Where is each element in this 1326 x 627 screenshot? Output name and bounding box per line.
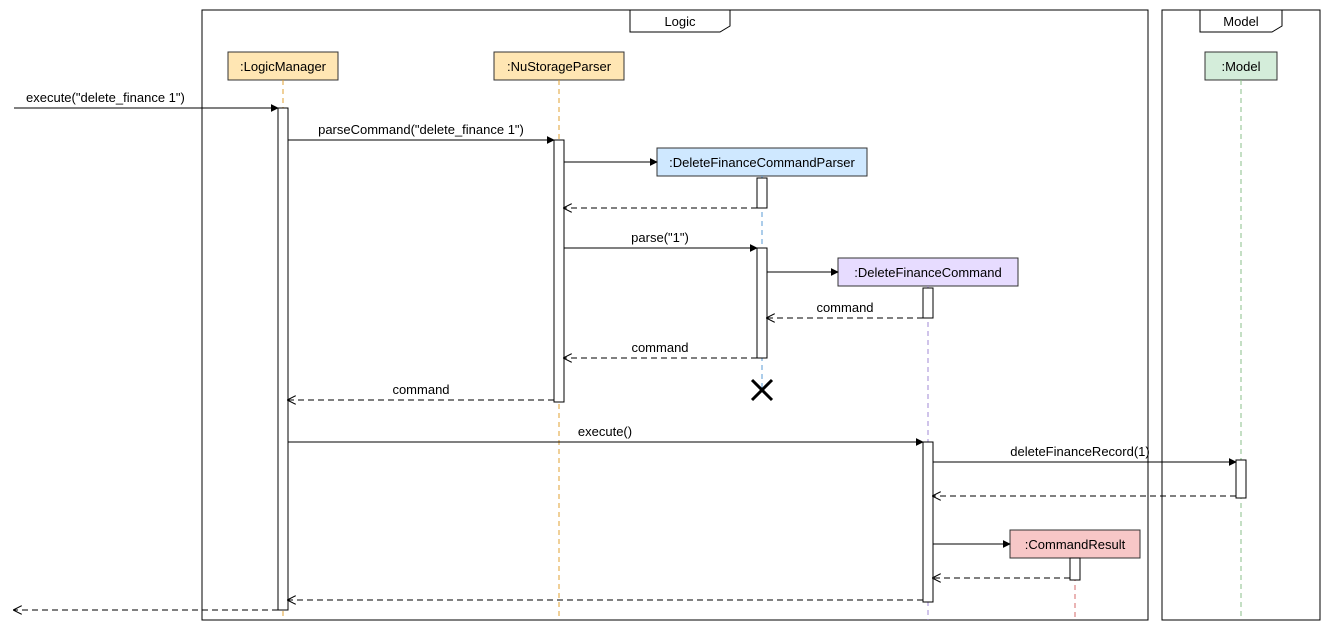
delete-fin-cmd-parser-label: :DeleteFinanceCommandParser xyxy=(669,155,855,170)
msg-command-return-3-label: command xyxy=(392,382,449,397)
delete-fin-cmd-activation-2 xyxy=(923,442,933,602)
nu-storage-parser-activation xyxy=(554,140,564,402)
logic-frame-label: Logic xyxy=(664,14,696,29)
model-frame-label: Model xyxy=(1223,14,1259,29)
command-result-label: :CommandResult xyxy=(1025,537,1126,552)
msg-command-return-2-label: command xyxy=(631,340,688,355)
msg-delete-finance-record-label: deleteFinanceRecord(1) xyxy=(1010,444,1149,459)
nu-storage-parser-label: :NuStorageParser xyxy=(507,59,612,74)
msg-execute-initial-label: execute("delete_finance 1") xyxy=(26,90,185,105)
logic-manager-activation xyxy=(278,108,288,610)
msg-parse-command-label: parseCommand("delete_finance 1") xyxy=(318,122,524,137)
msg-execute-label: execute() xyxy=(578,424,632,439)
model-activation xyxy=(1236,460,1246,498)
delete-fin-cmd-activation-1 xyxy=(923,288,933,318)
parser-activation-1 xyxy=(757,178,767,208)
logic-frame xyxy=(202,10,1148,620)
parser-activation-2 xyxy=(757,248,767,358)
model-label: :Model xyxy=(1221,59,1260,74)
logic-manager-label: :LogicManager xyxy=(240,59,327,74)
sequence-diagram: Logic Model :LogicManager :NuStoragePars… xyxy=(0,0,1326,627)
msg-command-return-1-label: command xyxy=(816,300,873,315)
msg-parse-label: parse("1") xyxy=(631,230,689,245)
command-result-activation xyxy=(1070,558,1080,580)
delete-fin-cmd-label: :DeleteFinanceCommand xyxy=(854,265,1001,280)
